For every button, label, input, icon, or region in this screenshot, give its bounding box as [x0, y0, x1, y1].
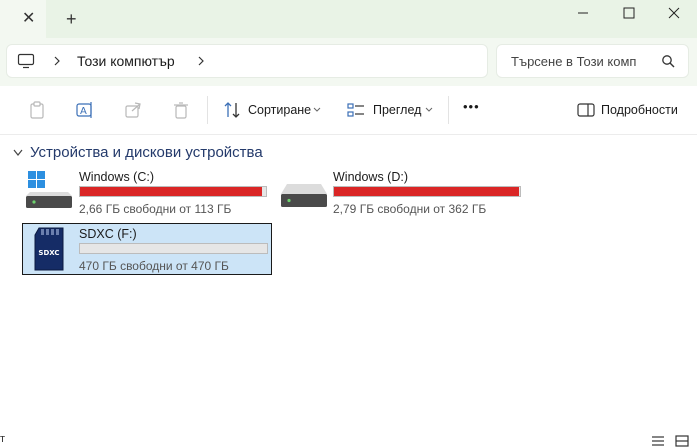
minimize-button[interactable] — [560, 0, 606, 26]
breadcrumb-this-pc[interactable]: Този компютър — [77, 53, 175, 69]
drive-name: SDXC (F:) — [79, 227, 137, 241]
close-icon — [668, 7, 680, 19]
new-tab-button[interactable]: + — [66, 9, 77, 29]
svg-text:A: A — [80, 106, 87, 117]
title-bar: ✕ + — [0, 0, 697, 38]
chevron-right-icon — [54, 56, 60, 66]
maximize-button[interactable] — [606, 0, 652, 26]
sort-button[interactable]: Сортиране — [248, 103, 311, 117]
more-options-button[interactable]: ••• — [463, 99, 480, 114]
details-pane-icon[interactable] — [577, 100, 597, 120]
address-bar[interactable]: Този компютър — [6, 44, 488, 78]
sd-card-icon: SDXC — [34, 227, 64, 271]
drive-f-tile[interactable]: SDXC SDXC (F:) 470 ГБ свободни от 470 ГБ — [22, 223, 272, 275]
toolbar-divider — [207, 96, 208, 124]
chevron-right-icon[interactable] — [197, 56, 205, 66]
chevron-down-icon[interactable] — [425, 107, 433, 113]
search-box[interactable]: Търсене в Този комп — [496, 44, 689, 78]
collapse-chevron-icon[interactable] — [13, 149, 23, 157]
search-icon[interactable] — [661, 54, 675, 68]
windows-drive-icon — [26, 171, 72, 208]
hard-drive-icon — [281, 184, 327, 207]
delete-icon[interactable] — [171, 100, 191, 120]
computer-icon — [17, 53, 35, 69]
drive-name: Windows (D:) — [333, 170, 409, 184]
drive-usage-bar — [333, 186, 521, 197]
toolbar-divider — [448, 96, 449, 124]
command-bar: A Сортиране Преглед ••• Подробности — [0, 86, 697, 135]
drive-free-space: 470 ГБ свободни от 470 ГБ — [79, 259, 229, 273]
close-window-button[interactable] — [651, 0, 697, 26]
view-icon[interactable] — [346, 100, 366, 120]
address-row: Този компютър Търсене в Този комп — [0, 38, 697, 86]
status-item-count: т — [0, 433, 6, 445]
drive-usage-bar — [79, 243, 268, 254]
details-view-icon[interactable] — [651, 435, 665, 447]
maximize-icon — [623, 7, 635, 19]
sort-icon[interactable] — [222, 100, 242, 120]
close-tab-icon[interactable]: ✕ — [22, 10, 35, 28]
active-tab[interactable]: ✕ — [0, 0, 46, 38]
drive-free-space: 2,79 ГБ свободни от 362 ГБ — [333, 202, 487, 216]
drive-name: Windows (C:) — [79, 170, 155, 184]
search-input[interactable]: Търсене в Този комп — [511, 54, 651, 69]
drive-d-tile[interactable]: Windows (D:) 2,79 ГБ свободни от 362 ГБ — [277, 166, 525, 218]
chevron-down-icon[interactable] — [313, 107, 321, 113]
tiles-view-icon[interactable] — [675, 435, 689, 447]
sd-card-label: SDXC — [38, 249, 59, 257]
drive-usage-bar — [79, 186, 267, 197]
section-devices-title[interactable]: Устройства и дискови устройства — [30, 144, 263, 161]
paste-icon[interactable] — [27, 100, 47, 120]
rename-icon[interactable]: A — [75, 100, 95, 120]
drive-c-tile[interactable]: Windows (C:) 2,66 ГБ свободни от 113 ГБ — [22, 166, 270, 218]
details-button[interactable]: Подробности — [601, 103, 678, 117]
minimize-icon — [578, 12, 588, 14]
drive-usage-fill — [334, 187, 519, 196]
view-button[interactable]: Преглед — [373, 103, 421, 117]
share-icon[interactable] — [123, 100, 143, 120]
drive-usage-fill — [80, 187, 262, 196]
drive-free-space: 2,66 ГБ свободни от 113 ГБ — [79, 202, 232, 216]
